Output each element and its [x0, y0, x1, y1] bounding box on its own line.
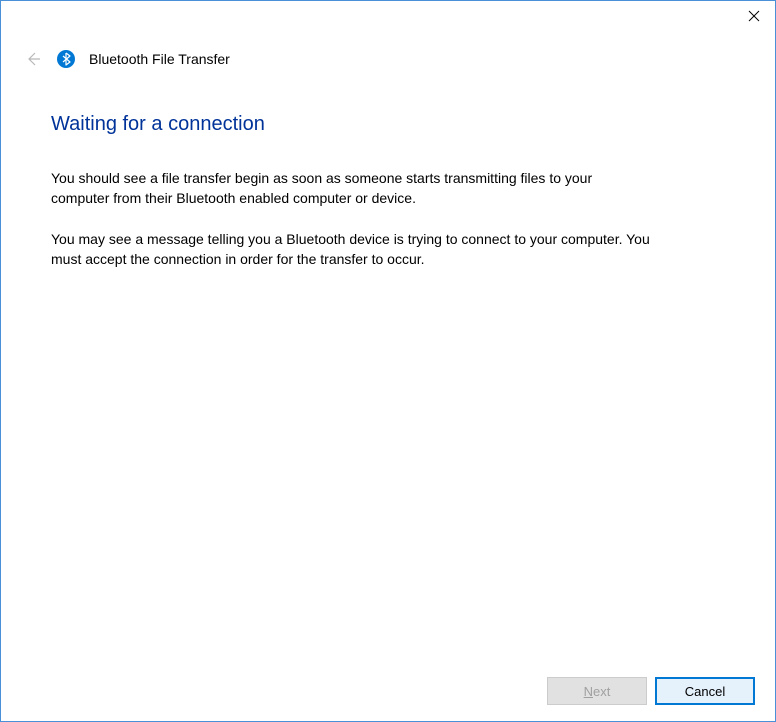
wizard-title: Bluetooth File Transfer	[89, 51, 230, 67]
bluetooth-icon	[57, 50, 75, 68]
back-button[interactable]	[23, 49, 43, 69]
close-button[interactable]	[747, 9, 761, 23]
instruction-text-1: You should see a file transfer begin as …	[51, 168, 651, 209]
wizard-header: Bluetooth File Transfer	[1, 31, 775, 69]
instruction-text-2: You may see a message telling you a Blue…	[51, 229, 651, 270]
cancel-button[interactable]: Cancel	[655, 677, 755, 705]
next-mnemonic: N	[584, 684, 593, 699]
titlebar	[1, 1, 775, 31]
button-footer: Next Cancel	[547, 677, 755, 705]
close-icon	[748, 10, 760, 22]
wizard-window: Bluetooth File Transfer Waiting for a co…	[0, 0, 776, 722]
back-arrow-icon	[25, 51, 41, 67]
cancel-label: Cancel	[685, 684, 725, 699]
next-button: Next	[547, 677, 647, 705]
page-heading: Waiting for a connection	[51, 113, 725, 136]
content-area: Waiting for a connection You should see …	[1, 69, 775, 269]
next-label-rest: ext	[593, 684, 610, 699]
